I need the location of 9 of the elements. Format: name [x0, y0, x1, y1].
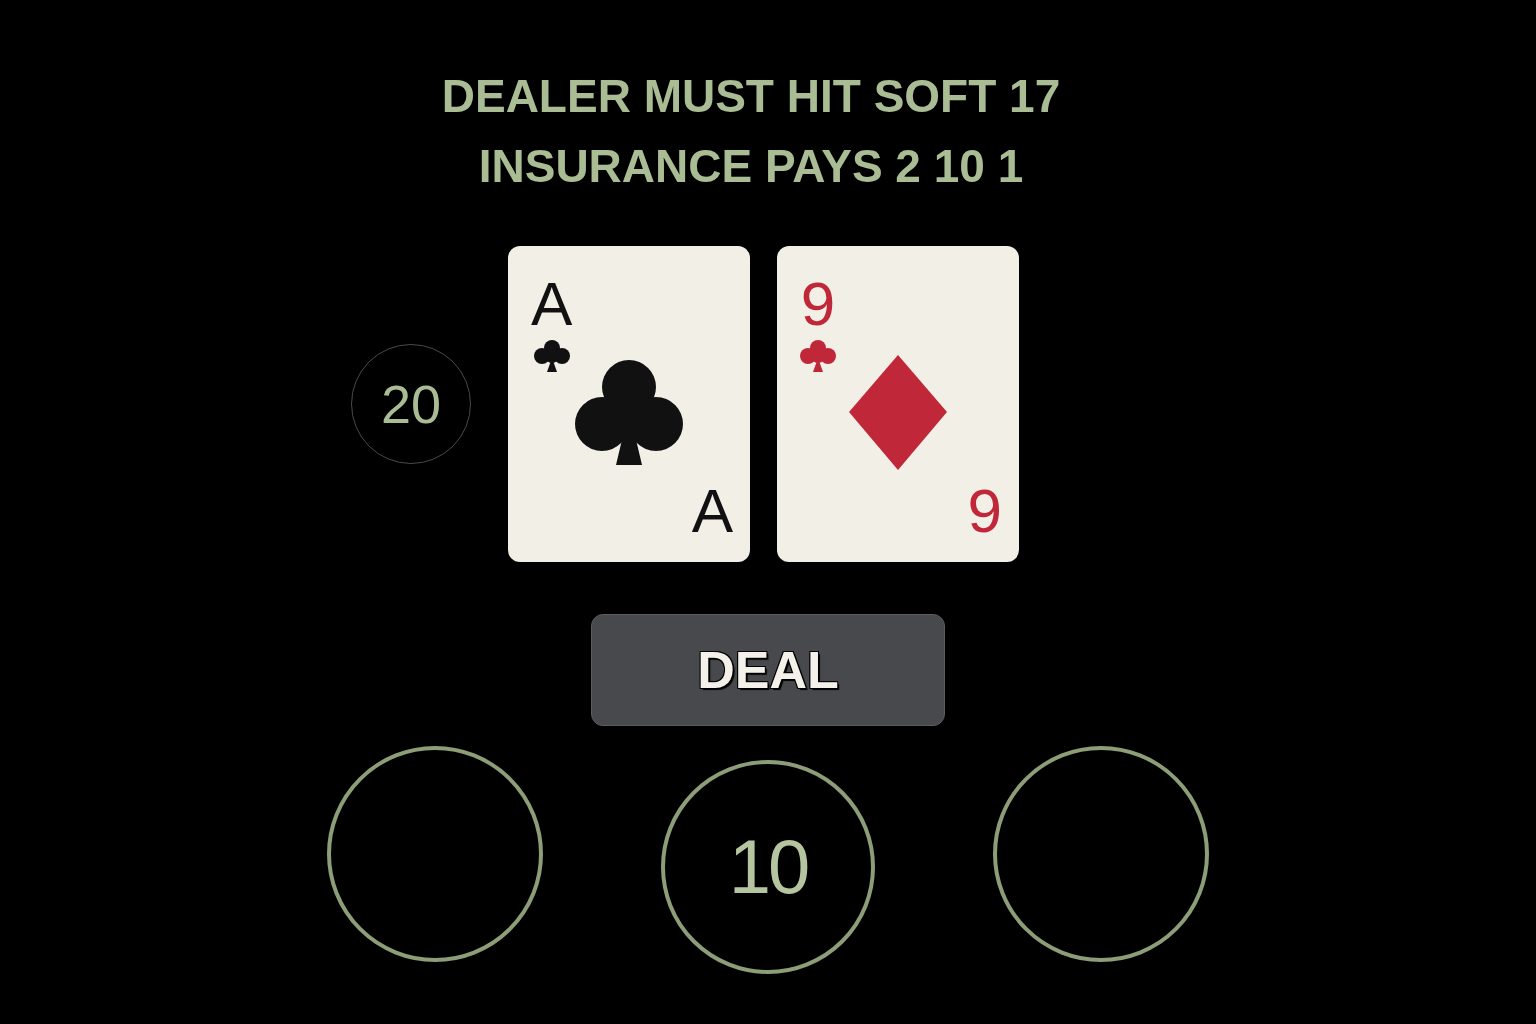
rule-text: INSURANCE PAYS 2 10 1	[478, 139, 1024, 194]
rule-text: DEALER MUST HIT SOFT 17	[441, 69, 1061, 124]
club-icon	[533, 340, 570, 372]
card-rank: A	[691, 480, 733, 542]
card-rank: A	[531, 273, 573, 335]
card-rank: 9	[800, 273, 836, 335]
deal-button[interactable]: DEAL	[591, 614, 945, 726]
card-rank: 9	[967, 480, 1002, 542]
club-icon	[800, 340, 836, 372]
